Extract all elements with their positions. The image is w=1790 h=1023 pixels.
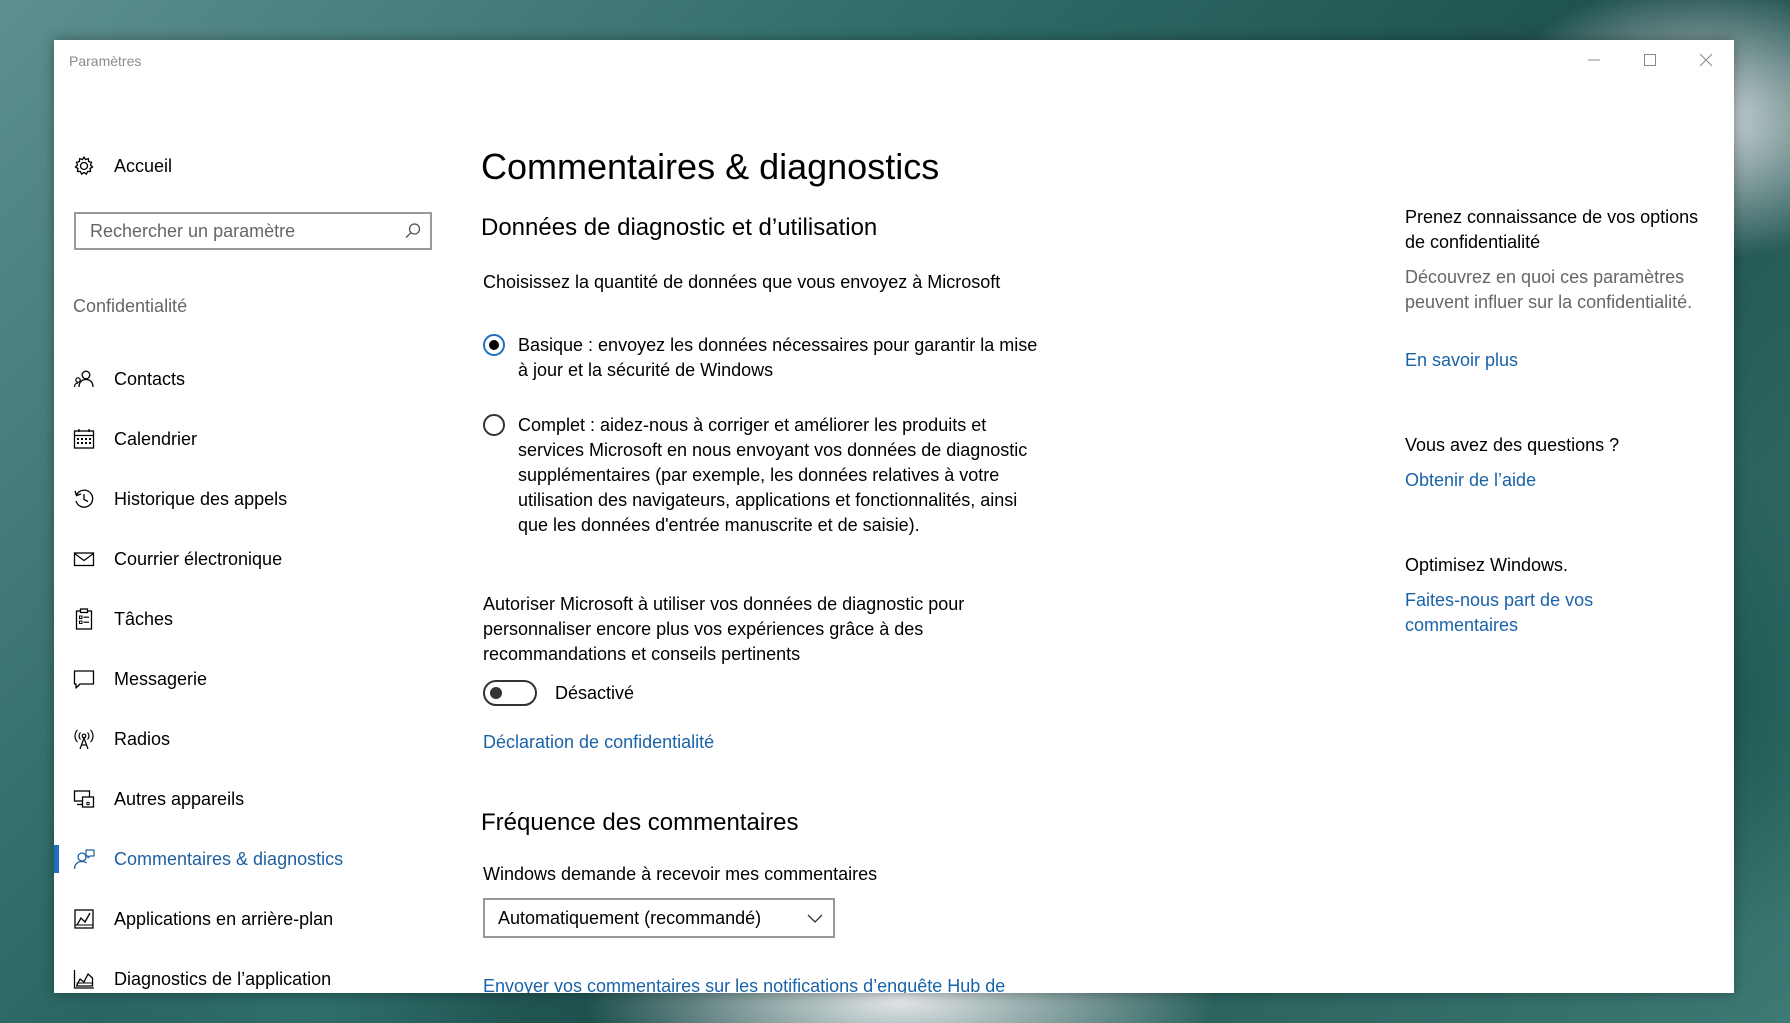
radio-basic[interactable] [483, 334, 505, 356]
sidebar-item-label: Commentaires & diagnostics [114, 848, 344, 869]
radio-basic-label: Basique : envoyez les données nécessaire… [518, 335, 1038, 380]
give-feedback-link[interactable]: Faites-nous part de vos commentaires [1405, 588, 1705, 638]
history-icon [74, 489, 94, 508]
privacy-statement-link[interactable]: Déclaration de confidentialité [483, 730, 714, 755]
section-label-privacy: Confidentialité [73, 296, 188, 316]
gear-icon [74, 156, 94, 175]
maximize-icon [1644, 54, 1656, 66]
feedback-frequency-select[interactable]: Automatiquement (recommandé) [483, 898, 835, 938]
search-box[interactable] [74, 212, 432, 250]
sidebar-item-radios[interactable]: Radios [54, 717, 474, 761]
sidebar: Accueil Confidentialité Contacts [54, 80, 474, 993]
search-icon[interactable] [404, 222, 422, 240]
devices-icon [73, 790, 95, 808]
related-panel: Prenez connaissance de vos options de co… [1405, 80, 1705, 993]
sidebar-item-background-apps[interactable]: Applications en arrière-plan [54, 897, 474, 941]
sidebar-item-label: Calendrier [114, 428, 198, 449]
search-input[interactable] [76, 214, 400, 248]
sidebar-item-label: Autres appareils [114, 788, 245, 809]
diagnostic-data-heading: Données de diagnostic et d’utilisation [481, 214, 878, 241]
main-content: Commentaires & diagnostics Données de di… [481, 80, 1281, 993]
feedback-hub-link[interactable]: Envoyer vos commentaires sur les notific… [483, 974, 1083, 993]
radio-option-full[interactable]: Complet : aidez-nous à corriger et améli… [483, 413, 1043, 538]
sidebar-item-tasks[interactable]: Tâches [54, 597, 474, 641]
feedback-icon [73, 849, 95, 870]
chevron-down-icon [807, 914, 823, 923]
tailored-experiences-toggle-row[interactable]: Désactivé [483, 680, 634, 706]
maximize-button[interactable] [1622, 40, 1678, 80]
close-button[interactable] [1678, 40, 1734, 80]
sidebar-item-label: Historique des appels [114, 488, 288, 509]
feedback-frequency-value: Automatiquement (recommandé) [498, 907, 762, 928]
chat-icon [73, 670, 95, 689]
active-indicator [54, 845, 59, 873]
window-title: Paramètres [69, 53, 142, 69]
sidebar-item-other-devices[interactable]: Autres appareils [54, 777, 474, 821]
radio-full-label: Complet : aidez-nous à corriger et améli… [518, 415, 1028, 535]
diagnostic-intro-text: Choisissez la quantité de données que vo… [483, 272, 1001, 292]
mail-icon [73, 552, 95, 567]
get-help-link[interactable]: Obtenir de l’aide [1405, 468, 1705, 493]
privacy-options-text: Découvrez en quoi ces paramètres peuvent… [1405, 267, 1693, 312]
improve-windows-heading: Optimisez Windows. [1405, 555, 1569, 575]
radio-tower-icon [74, 729, 94, 750]
calendar-icon [73, 429, 95, 449]
learn-more-link[interactable]: En savoir plus [1405, 348, 1705, 373]
sidebar-item-label: Radios [114, 728, 171, 749]
sidebar-item-app-diagnostics[interactable]: Diagnostics de l’application [54, 957, 474, 993]
sidebar-item-label: Tâches [114, 608, 174, 629]
tailored-experiences-toggle[interactable] [483, 680, 537, 706]
sidebar-item-contacts[interactable]: Contacts [54, 357, 474, 401]
radio-option-basic[interactable]: Basique : envoyez les données nécessaire… [483, 333, 1043, 383]
tasks-icon [75, 608, 93, 630]
sidebar-item-label: Applications en arrière-plan [114, 908, 334, 929]
minimize-button[interactable] [1566, 40, 1622, 80]
minimize-icon [1588, 59, 1600, 61]
sidebar-item-label: Diagnostics de l’application [114, 968, 332, 989]
tailored-experiences-text: Autoriser Microsoft à utiliser vos donné… [483, 594, 965, 664]
sidebar-item-messaging[interactable]: Messagerie [54, 657, 474, 701]
contacts-icon [73, 370, 94, 388]
radio-full[interactable] [483, 414, 505, 436]
sidebar-item-label: Contacts [114, 368, 186, 389]
toggle-state-label: Désactivé [555, 682, 635, 703]
feedback-frequency-heading: Fréquence des commentaires [481, 809, 799, 836]
sidebar-item-label: Courrier électronique [114, 548, 283, 569]
close-icon [1700, 54, 1712, 66]
sidebar-item-label: Messagerie [114, 668, 208, 689]
privacy-options-heading: Prenez connaissance de vos options de co… [1405, 207, 1699, 252]
settings-window: Paramètres Accueil Confidentialité [54, 40, 1734, 993]
title-bar[interactable]: Paramètres [54, 40, 1734, 80]
home-label: Accueil [114, 155, 173, 176]
sidebar-item-email[interactable]: Courrier électronique [54, 537, 474, 581]
sidebar-item-feedback-diagnostics[interactable]: Commentaires & diagnostics [54, 837, 474, 881]
app-diagnostics-icon [73, 970, 94, 989]
page-title: Commentaires & diagnostics [481, 146, 940, 187]
feedback-frequency-label: Windows demande à recevoir mes commentai… [483, 864, 878, 884]
sidebar-item-calendar[interactable]: Calendrier [54, 417, 474, 461]
sidebar-item-call-history[interactable]: Historique des appels [54, 477, 474, 521]
questions-heading: Vous avez des questions ? [1405, 435, 1620, 455]
home-link[interactable]: Accueil [73, 150, 172, 182]
background-apps-icon [74, 909, 94, 929]
